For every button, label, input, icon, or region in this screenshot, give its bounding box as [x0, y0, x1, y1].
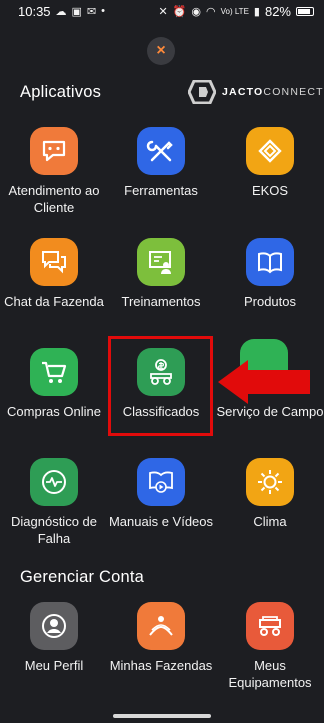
- app-meus-equipamentos[interactable]: Meus Equipamentos: [215, 602, 324, 691]
- cloud-icon: ☁: [55, 5, 67, 18]
- app-label: Chat da Fazenda: [4, 294, 104, 309]
- location-icon: ◉: [191, 5, 201, 18]
- diagnostic-pulse-icon: [30, 458, 78, 506]
- dot-icon: •: [101, 5, 106, 17]
- cart-icon: [30, 348, 78, 396]
- app-label: Ferramentas: [124, 183, 198, 198]
- book-icon: [246, 238, 294, 286]
- brand-bold: JACTO: [222, 86, 264, 98]
- app-label: Meus Equipamentos: [228, 658, 312, 690]
- app-compras-online[interactable]: Compras Online: [0, 348, 109, 421]
- app-clima[interactable]: Clima: [215, 458, 324, 531]
- chat-bubble-icon: [30, 127, 78, 175]
- app-chat-fazenda[interactable]: Chat da Fazenda: [0, 238, 109, 311]
- jacto-logo-icon: [188, 80, 216, 104]
- app-meu-perfil[interactable]: Meu Perfil: [0, 602, 109, 675]
- app-manuais[interactable]: Manuais e Vídeos: [106, 458, 216, 531]
- app-label: Minhas Fazendas: [109, 658, 213, 673]
- app-label: Treinamentos: [121, 294, 201, 309]
- app-label: Manuais e Vídeos: [108, 514, 214, 529]
- status-bar: 10:35 ☁ ▣ ✉ • ✕ ⏰ ◉ ◠ Vo) LTE ▮ 82%: [0, 0, 324, 22]
- equipment-icon: [246, 602, 294, 650]
- wifi-icon: ◠: [205, 5, 216, 18]
- chat-bubbles-icon: [30, 238, 78, 286]
- alarm-icon: ⏰: [172, 5, 187, 18]
- network-label: Vo) LTE: [220, 6, 249, 16]
- app-diagnostico[interactable]: Diagnóstico de Falha: [0, 458, 109, 547]
- image-icon: ▣: [71, 5, 82, 18]
- brand-light: CONNECT: [263, 86, 324, 98]
- battery-icon: [296, 6, 314, 16]
- app-atendimento[interactable]: Atendimento ao Cliente: [0, 127, 109, 216]
- app-label: Produtos: [243, 294, 297, 309]
- app-minhas-fazendas[interactable]: Minhas Fazendas: [106, 602, 216, 675]
- ekos-logo-icon: [246, 127, 294, 175]
- jactoconnect-logo: JACTOCONNECT: [188, 80, 324, 104]
- training-board-icon: [137, 238, 185, 286]
- app-produtos[interactable]: Produtos: [215, 238, 324, 311]
- app-label: Atendimento ao Cliente: [8, 183, 100, 215]
- gesture-nav-bar[interactable]: [113, 714, 211, 718]
- app-ferramentas[interactable]: Ferramentas: [106, 127, 216, 200]
- mail-icon: ✉: [86, 5, 97, 18]
- pointer-arrow: [218, 360, 310, 404]
- app-ekos[interactable]: EKOS: [215, 127, 324, 200]
- signal-icon: ▮: [253, 5, 260, 18]
- app-label: EKOS: [251, 183, 289, 198]
- sun-icon: [246, 458, 294, 506]
- tools-icon: [137, 127, 185, 175]
- mute-icon: ✕: [158, 5, 168, 18]
- app-treinamentos[interactable]: Treinamentos: [106, 238, 216, 311]
- close-button[interactable]: ×: [147, 37, 175, 65]
- app-label: Diagnóstico de Falha: [11, 514, 97, 546]
- status-time: 10:35: [18, 3, 51, 19]
- farm-icon: [137, 602, 185, 650]
- close-icon: ×: [156, 42, 166, 59]
- app-label: Clima: [253, 514, 287, 529]
- apps-section-title: Aplicativos: [20, 83, 102, 101]
- highlight-box: [108, 336, 213, 436]
- account-section-title: Gerenciar Conta: [20, 568, 145, 586]
- manual-video-icon: [137, 458, 185, 506]
- app-label: Meu Perfil: [24, 658, 84, 673]
- app-label: Serviço de Campo: [216, 404, 324, 419]
- profile-icon: [30, 602, 78, 650]
- battery-percent: 82%: [264, 3, 291, 19]
- app-label: Compras Online: [7, 404, 101, 419]
